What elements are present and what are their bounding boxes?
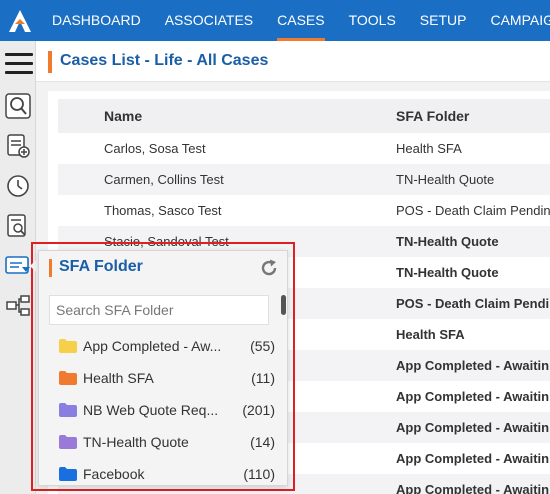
folder-count: (14) [250,434,275,450]
cell-sfa-folder: TN-Health Quote [396,234,499,249]
cell-sfa-folder: App Completed - Awaitin [396,389,550,404]
nav-item-setup[interactable]: SETUP [408,0,479,41]
popup-title: SFA Folder [59,258,143,275]
popup-pointer [30,258,38,274]
refresh-icon[interactable] [259,258,279,278]
nav-item-campaign[interactable]: CAMPAIGN [478,0,550,41]
folder-list-item[interactable]: TN-Health Quote (14) [57,429,275,457]
cell-name[interactable]: Carmen, Collins Test [104,164,224,195]
nav-menu: DASHBOARD ASSOCIATES CASES TOOLS SETUP C… [40,0,550,41]
scrollbar-thumb[interactable] [281,295,286,315]
folder-count: (55) [250,338,275,354]
folder-label: TN-Health Quote [83,434,189,450]
title-accent-bar [48,51,52,73]
zoom-icon[interactable] [5,93,31,119]
folder-icon [59,467,77,481]
page-title: Cases List - Life - All Cases [60,52,269,69]
top-navbar: DASHBOARD ASSOCIATES CASES TOOLS SETUP C… [0,0,550,41]
history-icon[interactable] [5,173,31,199]
cell-sfa-folder: POS - Death Claim Pendin [396,296,550,311]
search-document-icon[interactable] [5,213,31,239]
cell-sfa-folder: Health SFA [396,327,465,342]
cell-sfa-folder: App Completed - Awaitin [396,451,550,466]
app-logo-icon[interactable] [0,0,40,41]
folder-count: (11) [251,370,275,386]
folder-list-item[interactable]: NB Web Quote Req... (201) [57,397,275,425]
nav-item-cases[interactable]: CASES [265,0,336,41]
nav-item-associates[interactable]: ASSOCIATES [153,0,265,41]
cell-name[interactable]: Thomas, Sasco Test [104,195,222,226]
cell-sfa-folder: App Completed - Awaitin [396,482,550,494]
cell-sfa-folder: TN-Health Quote [396,265,499,280]
page-header: Cases List - Life - All Cases [36,41,550,82]
folder-count: (110) [243,466,275,482]
folder-label: Health SFA [83,370,154,386]
folder-label: Facebook [83,466,145,482]
table-row[interactable]: Thomas, Sasco Test POS - Death Claim Pend… [58,195,550,226]
hierarchy-icon[interactable] [5,293,31,319]
cell-sfa-folder: App Completed - Awaitin [396,358,550,373]
cell-sfa-folder: POS - Death Claim Pendin [396,203,550,218]
table-header: Name SFA Folder [58,99,550,133]
folder-count: (201) [242,402,275,418]
nav-item-dashboard[interactable]: DASHBOARD [40,0,153,41]
folder-list-item[interactable]: Facebook (110) [57,461,275,489]
cell-sfa-folder: Health SFA [396,141,462,156]
folder-icon [59,435,77,449]
table-row[interactable]: Carlos, Sosa Test Health SFA [58,133,550,164]
folder-label: App Completed - Aw... [83,338,222,354]
popup-accent-bar [49,259,52,277]
cell-name[interactable]: Carlos, Sosa Test [104,133,206,164]
cell-sfa-folder: TN-Health Quote [396,172,495,187]
popup-scrollbar[interactable] [281,295,286,485]
folder-icon [59,339,77,353]
folder-label: NB Web Quote Req... [83,402,219,418]
nav-item-tools[interactable]: TOOLS [337,0,408,41]
sfa-folder-search-input[interactable] [49,295,269,325]
sfa-folder-popup: SFA Folder App Completed - Aw... (55) Heal… [38,250,288,486]
menu-icon[interactable] [5,53,33,75]
folder-icon [59,371,77,385]
folder-icon [59,403,77,417]
folder-list-item[interactable]: App Completed - Aw... (55) [57,333,275,361]
table-row[interactable]: Carmen, Collins Test TN-Health Quote [58,164,550,195]
folder-filter-icon[interactable] [5,253,31,279]
add-document-icon[interactable] [5,133,31,159]
column-header-sfa-folder[interactable]: SFA Folder [396,99,469,133]
folder-list-item[interactable]: Health SFA (11) [57,365,275,393]
cell-sfa-folder: App Completed - Awaitin [396,420,550,435]
column-header-name[interactable]: Name [104,99,142,133]
